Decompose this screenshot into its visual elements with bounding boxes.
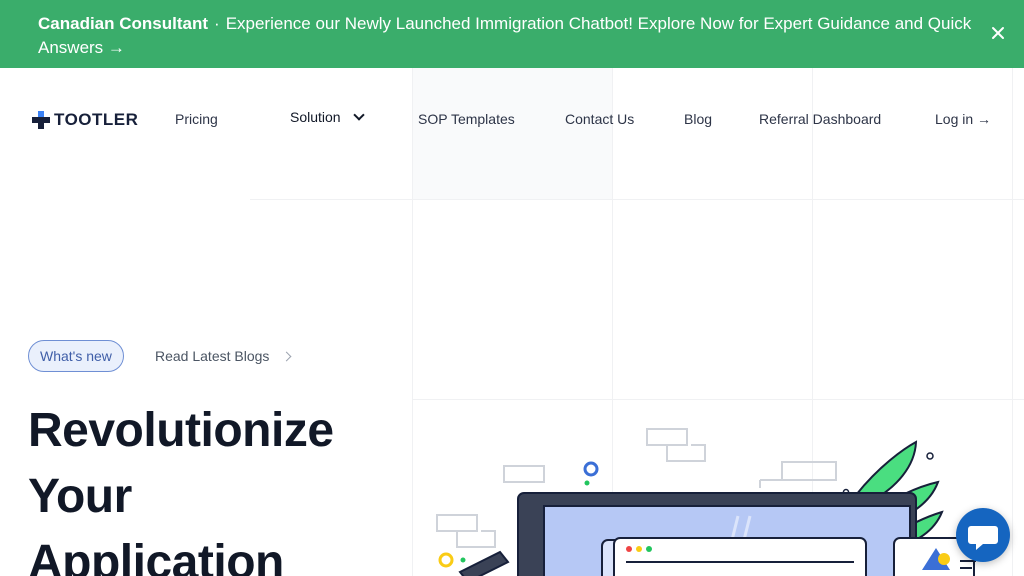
banner-brand: Canadian Consultant (38, 14, 209, 33)
nav-item-pricing[interactable]: Pricing (175, 111, 218, 127)
banner-separator: · (214, 14, 220, 33)
grid-line (250, 199, 1024, 200)
nav-item-contact-us[interactable]: Contact Us (565, 111, 634, 127)
chevron-right-icon (281, 351, 292, 362)
grid-line (412, 399, 1024, 400)
headline-line: Revolutionize (28, 404, 334, 457)
chat-widget-button[interactable] (956, 508, 1010, 562)
banner-text[interactable]: Canadian Consultant · Experience our Newly… (38, 12, 978, 60)
top-nav: TOOTLER Pricing Solution SOP Templates C… (0, 68, 1024, 172)
page: Canadian Consultant · Experience our Newly… (0, 0, 1024, 576)
read-latest-blogs-link[interactable]: Read Latest Blogs (155, 348, 292, 364)
nav-item-sop-templates[interactable]: SOP Templates (418, 111, 515, 127)
chat-bubble-icon (968, 526, 998, 550)
logo-text: TOOTLER (54, 110, 139, 129)
nav-item-solution[interactable]: Solution (290, 109, 365, 125)
read-latest-blogs-label: Read Latest Blogs (155, 348, 270, 364)
headline-line: Application (28, 536, 284, 576)
logo-mark-icon (32, 111, 50, 129)
hero-headline: Revolutionize Your Application (28, 398, 408, 576)
announcement-banner[interactable]: Canadian Consultant · Experience our Newly… (0, 0, 1024, 68)
nav-item-blog[interactable]: Blog (684, 111, 712, 127)
nav-item-solution-label: Solution (290, 109, 341, 125)
hero-illustration (436, 428, 976, 576)
close-icon[interactable] (988, 24, 1008, 44)
nav-item-referral-dashboard[interactable]: Referral Dashboard (759, 111, 881, 127)
logo[interactable]: TOOTLER (32, 110, 138, 130)
whats-new-badge[interactable]: What's new (28, 340, 124, 372)
login-link[interactable]: Log in → (935, 111, 991, 127)
headline-line: Your (28, 470, 132, 523)
chevron-down-icon (352, 109, 365, 121)
